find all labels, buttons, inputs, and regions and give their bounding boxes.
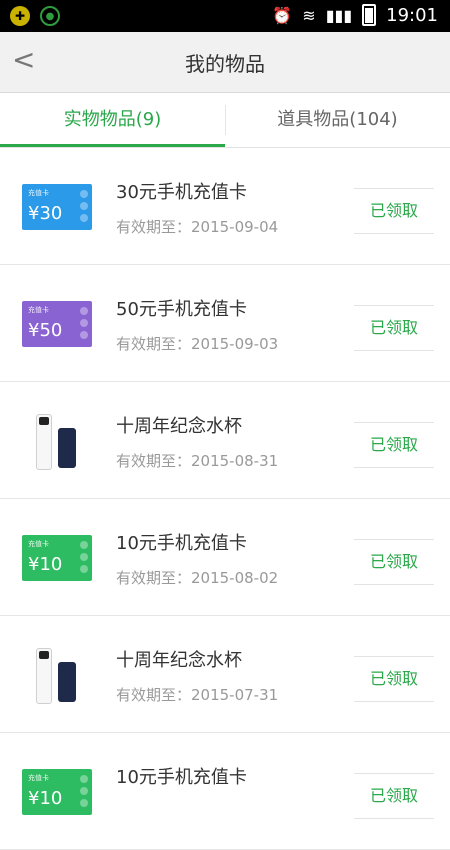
item-name: 10元手机充值卡 <box>116 767 247 788</box>
status-bar: ✚ ● ⏰ ≋ ▮▮▮ 19:01 <box>0 0 450 32</box>
list-item[interactable]: 充值卡 ¥50 50元手机充值卡 有效期至：2015-09-03 已领取 <box>0 265 450 382</box>
card-value: ¥50 <box>28 320 63 341</box>
list-item[interactable]: 充值卡 ¥30 30元手机充值卡 有效期至：2015-09-04 已领取 <box>0 148 450 265</box>
list-item[interactable]: 充值卡 ¥10 10元手机充值卡 有效期至：2015-08-02 已领取 <box>0 499 450 616</box>
item-name: 十周年纪念水杯 <box>116 650 242 671</box>
item-expiry: 有效期至：2015-08-02 <box>116 569 279 587</box>
tab-physical-items[interactable]: 实物物品(9) <box>0 93 225 147</box>
list-item[interactable]: 十周年纪念水杯 有效期至：2015-07-31 已领取 <box>0 616 450 733</box>
recharge-card-image: 充值卡 ¥10 <box>22 535 92 581</box>
item-name: 30元手机充值卡 <box>116 182 247 203</box>
list-item[interactable]: 十周年纪念水杯 有效期至：2015-08-31 已领取 <box>0 382 450 499</box>
claimed-button[interactable]: 已领取 <box>354 773 434 819</box>
item-expiry: 有效期至：2015-08-31 <box>116 452 279 470</box>
tab-virtual-items[interactable]: 道具物品(104) <box>225 93 450 147</box>
alarm-icon: ⏰ <box>272 5 293 25</box>
battery-icon <box>362 4 377 26</box>
item-name: 10元手机充值卡 <box>116 533 247 554</box>
wifi-icon: ≋ <box>302 5 316 25</box>
card-value: ¥30 <box>28 203 63 224</box>
claimed-button[interactable]: 已领取 <box>354 422 434 468</box>
item-expiry: 有效期至：2015-09-04 <box>116 218 279 236</box>
status-time: 19:01 <box>386 4 438 26</box>
recharge-card-image: 充值卡 ¥10 <box>22 769 92 815</box>
tab-bar: 实物物品(9) 道具物品(104) <box>0 93 450 148</box>
contact-icon: ● <box>40 6 60 26</box>
claimed-button[interactable]: 已领取 <box>354 539 434 585</box>
card-value: ¥10 <box>28 788 63 809</box>
card-value: ¥10 <box>28 554 63 575</box>
water-bottle-image <box>22 414 92 470</box>
app-icon: ✚ <box>10 6 30 26</box>
header: < 我的物品 <box>0 32 450 93</box>
list-item[interactable]: 充值卡 ¥10 10元手机充值卡 已领取 <box>0 733 450 850</box>
recharge-card-image: 充值卡 ¥30 <box>22 184 92 230</box>
water-bottle-image <box>22 648 92 704</box>
recharge-card-image: 充值卡 ¥50 <box>22 301 92 347</box>
claimed-button[interactable]: 已领取 <box>354 188 434 234</box>
item-name: 50元手机充值卡 <box>116 299 247 320</box>
signal-icon: ▮▮▮ <box>325 5 353 25</box>
claimed-button[interactable]: 已领取 <box>354 305 434 351</box>
item-expiry: 有效期至：2015-09-03 <box>116 335 279 353</box>
page-title: 我的物品 <box>185 52 265 76</box>
item-list: 充值卡 ¥30 30元手机充值卡 有效期至：2015-09-04 已领取 充值卡… <box>0 148 450 850</box>
item-expiry: 有效期至：2015-07-31 <box>116 686 279 704</box>
claimed-button[interactable]: 已领取 <box>354 656 434 702</box>
item-name: 十周年纪念水杯 <box>116 416 242 437</box>
tab-divider <box>225 105 226 135</box>
